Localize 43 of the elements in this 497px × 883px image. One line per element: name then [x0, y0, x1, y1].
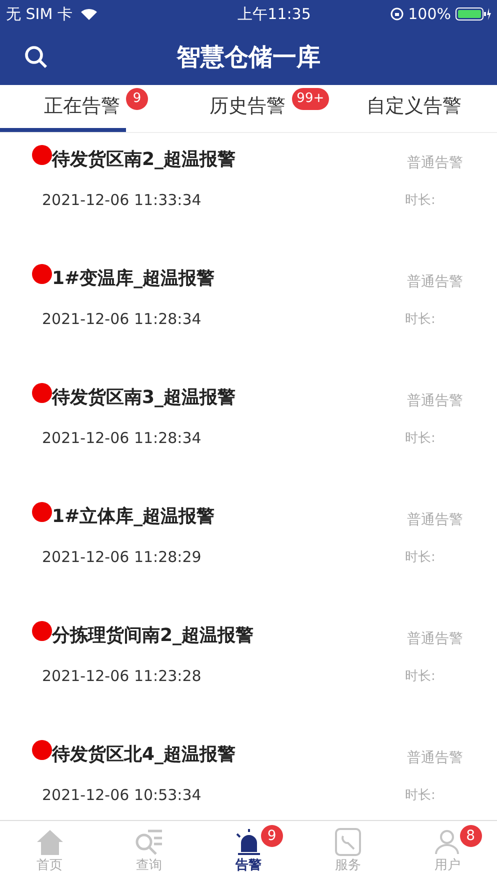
- nav-tab[interactable]: 用户 8: [398, 821, 497, 883]
- battery-icon: [455, 6, 491, 22]
- alarm-name[interactable]: 待发货区南3_超温报警: [52, 384, 236, 410]
- battery-percent: 100%: [408, 4, 451, 25]
- alarm-time: 2021-12-06 11:28:29: [42, 547, 202, 568]
- alarm-name[interactable]: 待发货区北4_超温报警: [52, 740, 236, 768]
- duration-label: 时长:: [405, 548, 436, 566]
- alarm-level: 普通告警: [407, 510, 463, 530]
- tab[interactable]: 历史告警: [166, 85, 292, 132]
- duration-label: 时长:: [405, 310, 436, 328]
- duration-label: 时长:: [405, 192, 436, 210]
- alarm-name[interactable]: 1#变温库_超温报警: [52, 264, 215, 292]
- alarm-level: 普通告警: [407, 630, 463, 648]
- rotation-lock-icon: [390, 7, 404, 21]
- alarm-time: 2021-12-06 10:53:34: [42, 785, 202, 806]
- alarm-level: 普通告警: [407, 748, 463, 768]
- alarm-time: 2021-12-06 11:33:34: [42, 190, 202, 211]
- duration-label: 时长:: [405, 786, 436, 804]
- alarm-level: 普通告警: [407, 392, 463, 410]
- alarm-name[interactable]: 分拣理货间南2_超温报警: [52, 622, 254, 648]
- alarm-name[interactable]: 待发货区南2_超温报警: [52, 146, 236, 172]
- search-icon[interactable]: [24, 44, 48, 68]
- alarm-level: 普通告警: [407, 154, 463, 172]
- duration-label: 时长:: [405, 430, 436, 448]
- page-title: 智慧仓储一库: [176, 42, 320, 72]
- alarm-name[interactable]: 1#立体库_超温报警: [52, 502, 215, 530]
- count-badge: 9: [260, 825, 283, 847]
- count-badge: 99+: [292, 88, 330, 110]
- magnifier-list-icon: [134, 828, 164, 856]
- duration-label: 时长:: [405, 668, 436, 686]
- alarm-time: 2021-12-06 11:28:34: [42, 309, 202, 330]
- count-badge: 8: [460, 825, 482, 847]
- tab[interactable]: 自定义告警: [331, 85, 497, 132]
- alarm-level: 普通告警: [407, 272, 463, 292]
- count-badge: 9: [126, 88, 148, 110]
- home-icon: [34, 828, 65, 856]
- alarm-time: 2021-12-06 11:28:34: [42, 428, 202, 449]
- nav-tab[interactable]: 告警 9: [198, 821, 298, 883]
- carrier-text: 无 SIM 卡: [6, 4, 72, 25]
- wifi-icon: [80, 7, 98, 21]
- tab[interactable]: 正在告警: [0, 85, 126, 132]
- clock-text: 上午11:35: [238, 4, 311, 25]
- alarm-time: 2021-12-06 11:23:28: [42, 666, 202, 687]
